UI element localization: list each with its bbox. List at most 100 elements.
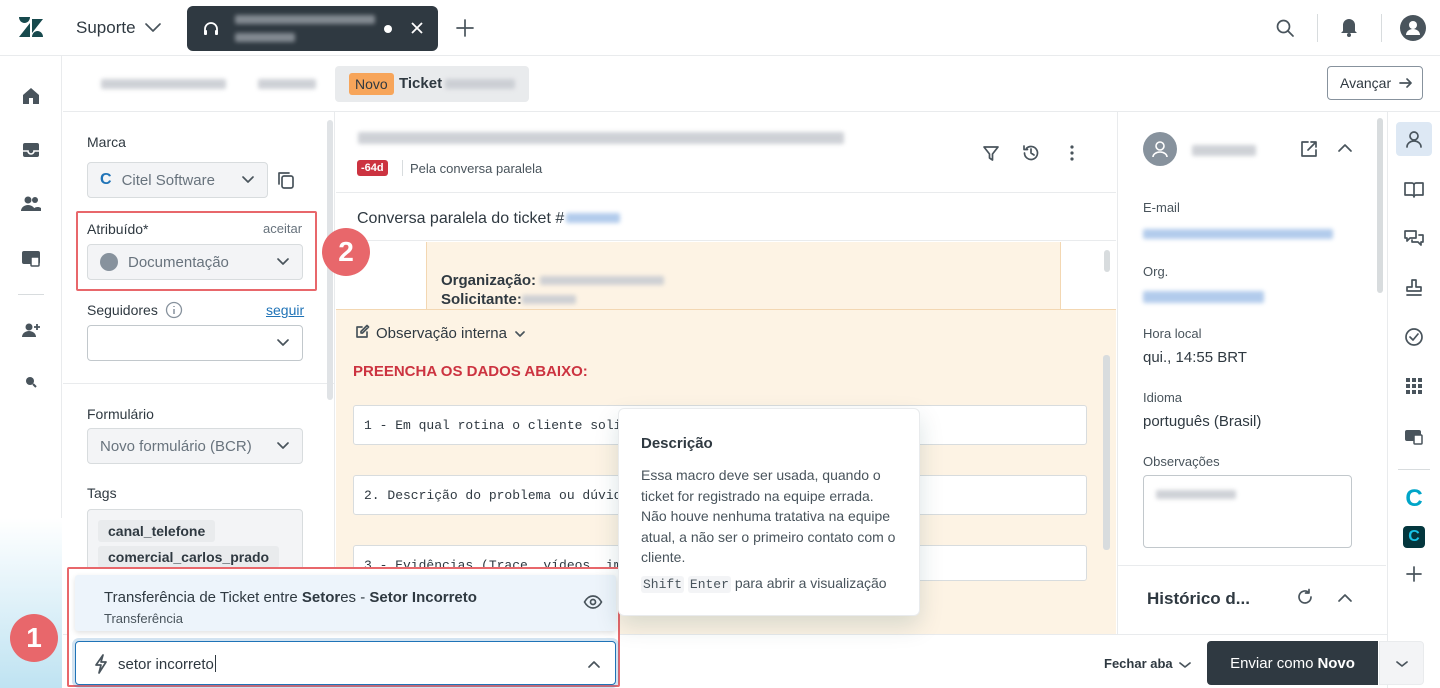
macro-description-tooltip: Descrição Essa macro deve ser usada, qua… — [618, 408, 920, 616]
add-app-icon[interactable] — [1402, 562, 1426, 586]
user-icon[interactable] — [1400, 15, 1426, 41]
plus-icon[interactable] — [455, 18, 475, 38]
followers-label: Seguidores — [87, 302, 158, 318]
chevron-up-icon[interactable] — [1337, 592, 1353, 604]
chevron-up-icon[interactable] — [1337, 142, 1353, 154]
stamp-icon[interactable] — [1402, 276, 1426, 300]
history-icon[interactable] — [1021, 143, 1041, 163]
submit-button[interactable]: Enviar como Novo — [1207, 641, 1378, 685]
search-icon[interactable] — [1275, 18, 1295, 38]
macro-title: Transferência de Ticket entre Setores - … — [104, 589, 477, 606]
chevron-down-icon — [515, 331, 525, 337]
workspace-switcher[interactable]: Suporte — [76, 18, 136, 38]
user-profile-icon[interactable] — [1402, 127, 1426, 151]
assignee-select[interactable]: Documentação — [87, 244, 303, 280]
fill-heading: PREENCHA OS DADOS ABAIXO: — [353, 363, 588, 380]
advance-button[interactable]: Avançar — [1327, 66, 1423, 100]
tags-label: Tags — [87, 485, 117, 501]
filter-icon[interactable] — [981, 143, 1001, 163]
citel-app-icon[interactable]: C — [1402, 487, 1426, 511]
eye-icon[interactable] — [583, 595, 603, 609]
check-circle-icon[interactable] — [1402, 325, 1426, 349]
status-badge: Novo — [349, 73, 394, 95]
knowledge-icon[interactable] — [1402, 178, 1426, 202]
macro-suggestion-item[interactable]: Transferência de Ticket entre Setores - … — [75, 575, 616, 631]
brand-select[interactable]: C Citel Software — [87, 162, 268, 198]
tooltip-hint: Shift Enter para abrir a visualização — [641, 575, 887, 593]
close-tab-button[interactable]: Fechar aba — [1104, 656, 1191, 671]
scrollbar[interactable] — [1103, 355, 1110, 550]
key-shift: Shift — [641, 576, 685, 593]
org-label: Org. — [1143, 264, 1169, 279]
local-time-value: qui., 14:55 BRT — [1143, 349, 1247, 366]
chevron-down-icon — [242, 176, 254, 183]
external-link-icon[interactable] — [1300, 140, 1318, 158]
more-options-icon[interactable] — [1062, 143, 1082, 163]
annotation-marker-1: 1 — [10, 614, 58, 662]
accept-link[interactable]: aceitar — [263, 221, 302, 236]
age-badge: -64d — [357, 160, 388, 176]
requester-label: Solicitante: — [441, 291, 522, 308]
search-small-icon[interactable] — [19, 370, 43, 394]
apps-grid-icon[interactable] — [1402, 374, 1426, 398]
macro-search-input[interactable]: setor incorreto — [75, 641, 616, 685]
chevron-down-icon[interactable] — [144, 22, 162, 34]
close-icon[interactable] — [410, 21, 424, 35]
email-label: E-mail — [1143, 200, 1180, 215]
language-label: Idioma — [1143, 390, 1183, 405]
history-title: Histórico d... — [1147, 589, 1250, 608]
device-icon[interactable] — [1402, 424, 1426, 448]
headset-icon — [202, 20, 220, 38]
group-icon — [100, 253, 118, 271]
notes-textarea[interactable] — [1143, 475, 1352, 548]
note-icon — [354, 324, 370, 340]
chevron-down-icon — [277, 258, 289, 265]
org-value[interactable] — [1143, 291, 1264, 303]
chevron-down-icon — [277, 442, 289, 449]
chevron-down-icon — [1178, 661, 1191, 668]
bell-icon[interactable] — [1339, 16, 1359, 38]
chat-icon[interactable] — [1402, 226, 1426, 250]
tab-requester[interactable] — [258, 79, 316, 89]
chevron-up-icon[interactable] — [587, 659, 601, 669]
tab-ticket[interactable]: Novo Ticket — [335, 66, 529, 102]
scrollbar[interactable] — [1377, 118, 1383, 293]
requester-name[interactable] — [1192, 145, 1256, 156]
followers-input[interactable] — [87, 325, 303, 361]
tab-org[interactable] — [101, 79, 226, 89]
tag-chip[interactable]: comercial_carlos_prado — [98, 546, 280, 568]
annotation-marker-2: 2 — [322, 228, 370, 276]
form-select[interactable]: Novo formulário (BCR) — [87, 428, 303, 464]
customers-icon[interactable] — [19, 192, 43, 216]
tag-chip[interactable]: canal_telefone — [98, 520, 216, 542]
org-label: Organização: — [441, 272, 537, 289]
key-enter: Enter — [687, 576, 731, 593]
copy-icon[interactable] — [276, 170, 296, 190]
note-type-selector[interactable]: Observação interna — [376, 325, 525, 342]
lightning-icon — [94, 654, 108, 674]
add-user-icon[interactable] — [19, 318, 43, 342]
follow-link[interactable]: seguir — [266, 302, 304, 318]
reporting-icon[interactable] — [19, 246, 43, 270]
ticket-subject — [358, 132, 844, 144]
tooltip-title: Descrição — [641, 435, 713, 452]
scrollbar[interactable] — [1104, 250, 1110, 272]
inbox-icon[interactable] — [19, 138, 43, 162]
arrow-right-icon — [1399, 78, 1412, 88]
submit-options-button[interactable] — [1379, 641, 1424, 685]
side-conversation-title[interactable]: Conversa paralela do ticket # — [357, 210, 621, 228]
notes-label: Observações — [1143, 454, 1220, 469]
ticket-tab-strip: Novo Ticket Avançar — [63, 56, 1440, 112]
active-call-tab[interactable] — [187, 6, 438, 51]
refresh-icon[interactable] — [1296, 588, 1314, 606]
home-icon[interactable] — [19, 84, 43, 108]
top-bar: Suporte — [0, 0, 1440, 56]
email-value[interactable] — [1143, 229, 1333, 239]
channel-label: Pela conversa paralela — [410, 161, 543, 176]
info-icon[interactable] — [165, 301, 183, 319]
citel-app-dark-icon[interactable]: C — [1403, 526, 1425, 548]
zendesk-logo-icon[interactable] — [19, 17, 43, 39]
tab-ticket-label: Ticket — [399, 75, 443, 92]
apps-rail: C C — [1387, 112, 1440, 688]
left-nav — [0, 56, 62, 688]
